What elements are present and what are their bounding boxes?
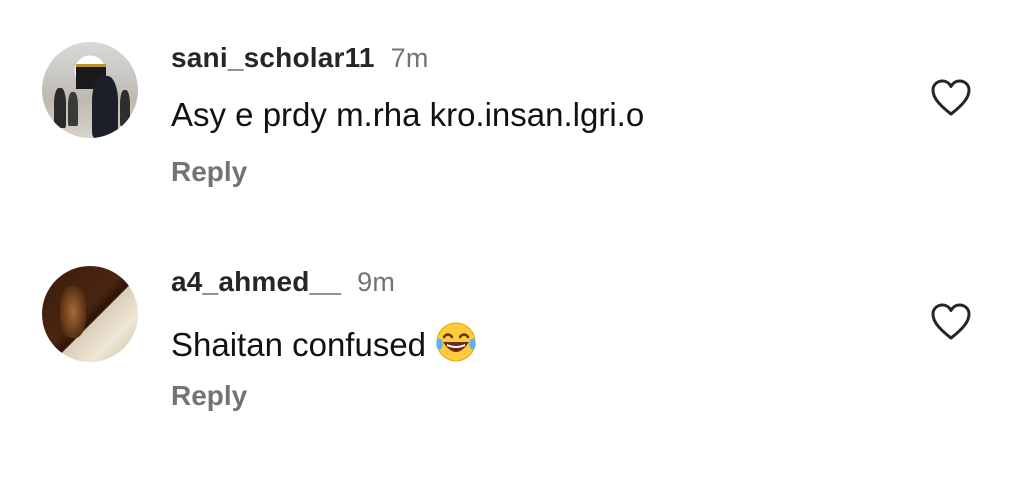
- heart-outline-icon: [931, 79, 971, 116]
- face-with-tears-of-joy-icon: [434, 320, 478, 364]
- comment-item: sani_scholar11 7m Asy e prdy m.rha kro.in…: [0, 0, 1024, 200]
- comment-text-body: Shaitan confused: [171, 326, 427, 363]
- avatar[interactable]: [42, 42, 138, 138]
- comment-header: sani_scholar11 7m: [171, 42, 429, 74]
- heart-outline-icon[interactable]: [930, 302, 972, 342]
- comment-text: Shaitan confused: [171, 320, 478, 364]
- avatar-photo-detail: [60, 286, 86, 338]
- reply-button[interactable]: Reply: [171, 380, 247, 412]
- reply-button[interactable]: Reply: [171, 156, 247, 188]
- heart-outline-icon[interactable]: [930, 78, 972, 118]
- comment-header: a4_ahmed__ 9m: [171, 266, 395, 298]
- avatar-photo-detail: [54, 88, 66, 128]
- avatar-photo-detail: [120, 90, 130, 126]
- username-link[interactable]: sani_scholar11: [171, 42, 375, 73]
- heart-outline-icon: [931, 303, 971, 340]
- face-with-tears-of-joy-icon: [436, 322, 476, 362]
- comment-timestamp: 9m: [357, 267, 396, 297]
- comment-text: Asy e prdy m.rha kro.insan.lgri.o: [171, 96, 645, 133]
- comment-item: a4_ahmed__ 9m Shaitan confused Reply: [0, 224, 1024, 424]
- username-link[interactable]: a4_ahmed__: [171, 266, 341, 297]
- comments-list: sani_scholar11 7m Asy e prdy m.rha kro.in…: [0, 0, 1024, 481]
- avatar[interactable]: [42, 266, 138, 362]
- comment-timestamp: 7m: [390, 43, 429, 73]
- avatar-photo-detail: [68, 92, 78, 126]
- avatar-photo-detail: [92, 76, 118, 138]
